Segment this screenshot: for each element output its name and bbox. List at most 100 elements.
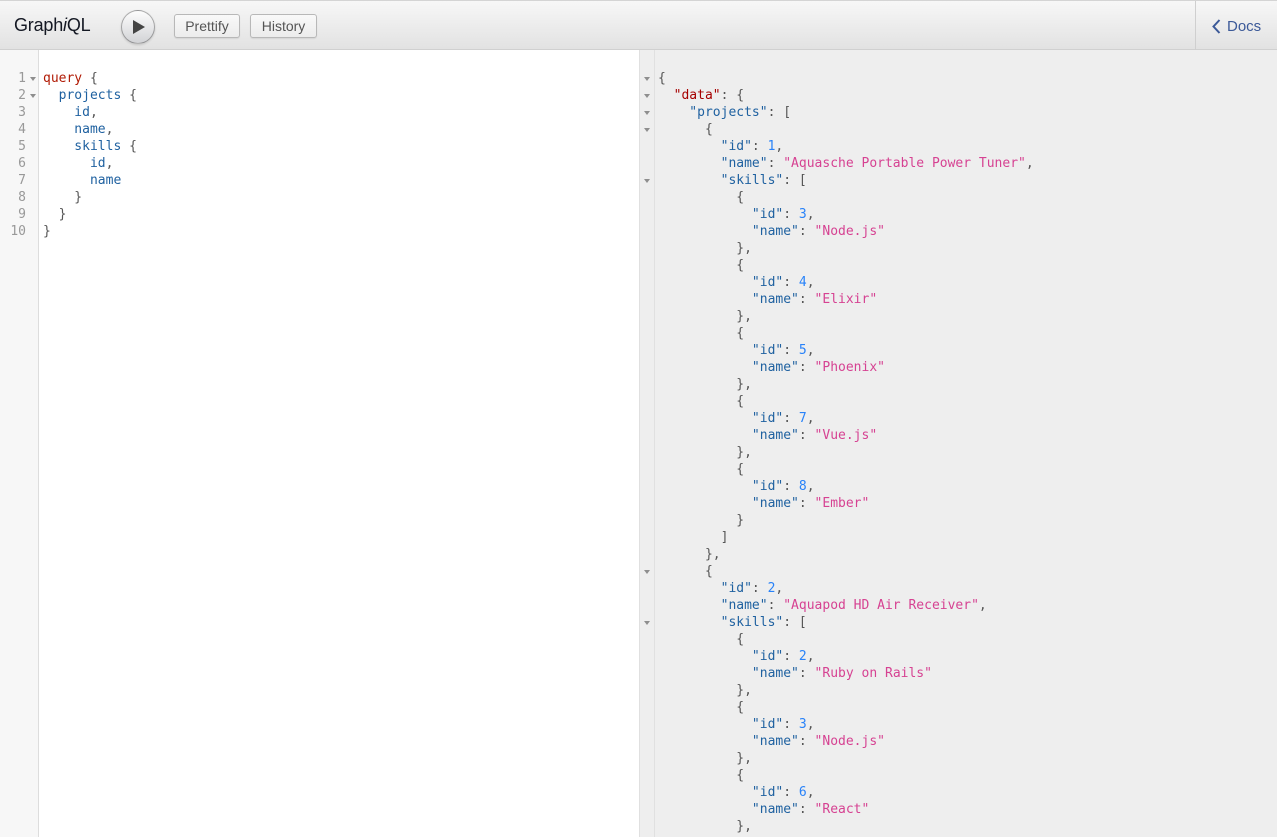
history-button[interactable]: History <box>250 14 317 38</box>
prettify-button[interactable]: Prettify <box>174 14 240 38</box>
result-line: }, <box>658 750 752 767</box>
query-token: , <box>105 122 114 137</box>
result-line: { <box>658 699 744 716</box>
line-number: 8 <box>18 190 26 205</box>
result-token: ] <box>658 530 729 545</box>
result-token: }, <box>658 547 721 562</box>
toolbar: GraphiQL Prettify History Docs <box>0 0 1277 51</box>
run-query-button[interactable] <box>121 10 155 44</box>
query-line: name, <box>43 121 113 138</box>
fold-arrow-icon[interactable] <box>644 621 650 625</box>
result-line: }, <box>658 240 752 257</box>
query-token: } <box>43 224 51 239</box>
result-token: 2 <box>798 649 807 664</box>
result-token: "data" <box>658 88 721 103</box>
result-token: : { <box>720 88 745 103</box>
fold-arrow-icon[interactable] <box>644 77 650 81</box>
fold-arrow-icon[interactable] <box>644 111 650 115</box>
result-token: "Ruby on Rails" <box>814 666 932 681</box>
query-line: query { <box>43 70 98 87</box>
result-token: "id" <box>658 649 784 664</box>
result-line: "name": "Elixir" <box>658 291 877 308</box>
result-token: "id" <box>658 139 752 154</box>
query-line: skills { <box>43 138 137 155</box>
result-line: "name": "Aquasche Portable Power Tuner", <box>658 155 1034 172</box>
query-line: } <box>43 223 51 240</box>
result-token: , <box>806 275 815 290</box>
result-token: : [ <box>783 173 807 188</box>
result-token: "name" <box>658 428 799 443</box>
docs-label: Docs <box>1227 18 1262 35</box>
fold-arrow-icon[interactable] <box>644 179 650 183</box>
query-line: } <box>43 189 82 206</box>
result-token: { <box>658 190 745 205</box>
fold-arrow-icon[interactable] <box>644 94 650 98</box>
result-token: , <box>806 717 815 732</box>
result-line: "id": 8, <box>658 478 815 495</box>
result-line: { <box>658 393 744 410</box>
result-line: } <box>658 512 744 529</box>
line-number: 5 <box>18 139 26 154</box>
result-token: : <box>798 666 815 681</box>
result-line: { <box>658 461 744 478</box>
result-line: "id": 1, <box>658 138 784 155</box>
result-line: { <box>658 325 744 342</box>
query-line: id, <box>43 104 98 121</box>
result-line: "skills": [ <box>658 614 807 631</box>
result-token: { <box>658 768 745 783</box>
result-token: }, <box>658 819 752 834</box>
fold-arrow-icon[interactable] <box>644 570 650 574</box>
result-token: : <box>783 411 799 426</box>
result-token: { <box>658 326 745 341</box>
result-token: : <box>783 717 799 732</box>
result-viewer[interactable]: { "data": { "projects": [ { "id": 1, "na… <box>640 50 1277 837</box>
result-line: }, <box>658 818 752 835</box>
result-line: { <box>658 189 744 206</box>
result-token: : <box>783 343 799 358</box>
result-line: "name": "Node.js" <box>658 733 885 750</box>
fold-arrow-icon[interactable] <box>644 128 650 132</box>
line-number: 1 <box>18 71 26 86</box>
result-line: "skills": [ <box>658 172 807 189</box>
result-line: { <box>658 563 713 580</box>
result-token: "name" <box>658 224 799 239</box>
query-token: } <box>43 190 83 205</box>
result-line: "id": 5, <box>658 342 815 359</box>
result-token: "Vue.js" <box>814 428 878 443</box>
chevron-left-icon <box>1212 19 1221 34</box>
result-token: { <box>658 462 745 477</box>
result-token: }, <box>658 241 752 256</box>
result-token: : <box>783 275 799 290</box>
query-token: { <box>121 88 137 103</box>
result-token: "Elixir" <box>814 292 878 307</box>
docs-button[interactable]: Docs <box>1196 1 1277 50</box>
line-number: 10 <box>10 224 26 239</box>
line-number: 9 <box>18 207 26 222</box>
line-number: 6 <box>18 156 26 171</box>
fold-arrow-icon[interactable] <box>30 77 36 81</box>
result-line: "id": 7, <box>658 410 815 427</box>
result-line: "name": "Phoenix" <box>658 359 885 376</box>
result-token: "name" <box>658 598 768 613</box>
result-line: "name": "Vue.js" <box>658 427 877 444</box>
result-line: "name": "Ember" <box>658 495 869 512</box>
result-line: "name": "Ruby on Rails" <box>658 665 932 682</box>
fold-arrow-icon[interactable] <box>30 94 36 98</box>
result-token: : <box>783 649 799 664</box>
query-line: } <box>43 206 67 223</box>
result-token: , <box>806 207 815 222</box>
result-line: { <box>658 767 744 784</box>
query-line: name <box>43 172 121 189</box>
line-number: 2 <box>18 88 26 103</box>
result-line: "id": 2, <box>658 648 815 665</box>
result-line: }, <box>658 376 752 393</box>
result-token: 6 <box>798 785 807 800</box>
result-token: "name" <box>658 496 799 511</box>
result-token: "name" <box>658 734 799 749</box>
result-token: "skills" <box>658 615 784 630</box>
result-line: { <box>658 257 744 274</box>
result-token: }, <box>658 309 752 324</box>
result-line: "id": 3, <box>658 206 815 223</box>
result-token: , <box>806 479 815 494</box>
query-editor[interactable]: 1 query {2 projects {3 id, 4 name, 5 skills… <box>0 50 640 837</box>
